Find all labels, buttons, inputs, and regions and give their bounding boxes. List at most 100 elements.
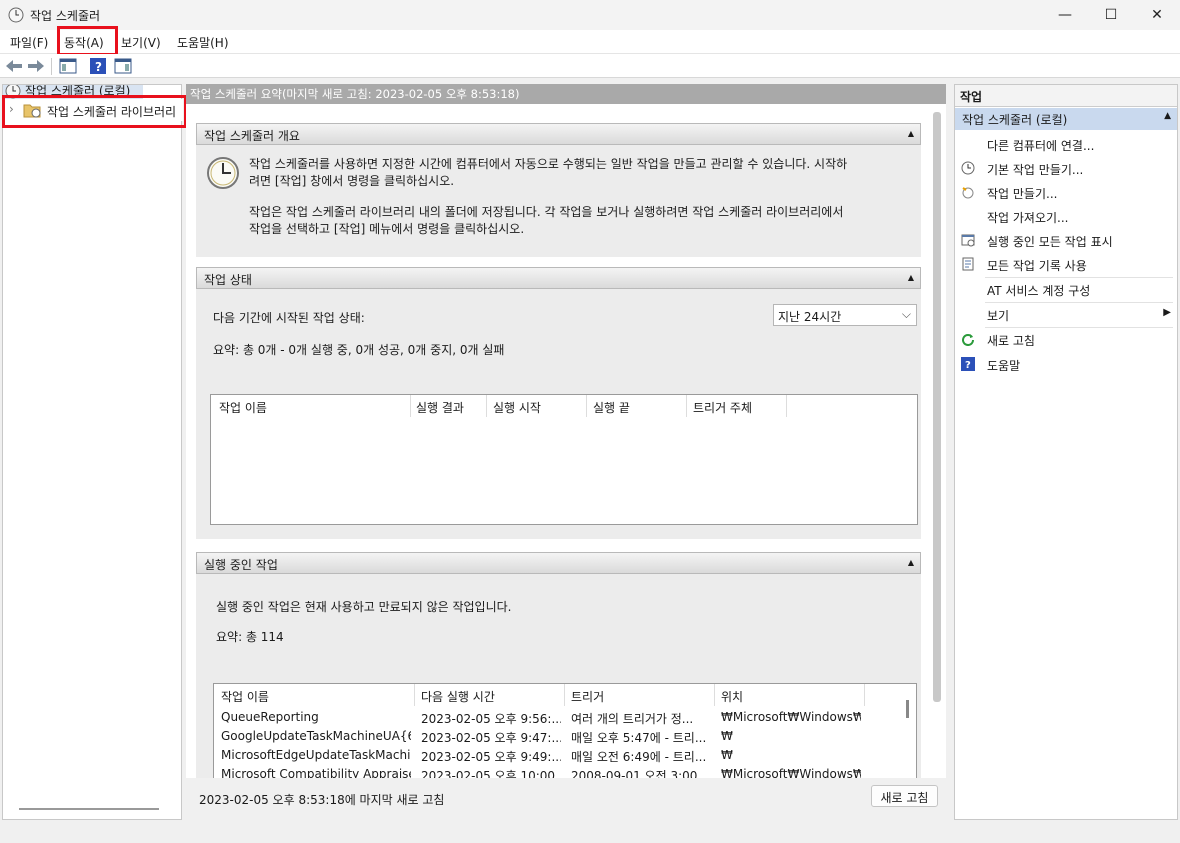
- period-dropdown[interactable]: 지난 24시간 ⌵: [773, 304, 917, 326]
- overview-paragraph-2a: 작업은 작업 스케줄러 라이브러리 내의 폴더에 저장됩니다. 각 작업을 보거…: [249, 205, 844, 219]
- title-bar: 작업 스케줄러 — ☐ ✕: [0, 0, 1180, 30]
- task-status-header[interactable]: 작업 상태 ▲: [196, 267, 921, 289]
- actions-group-header[interactable]: 작업 스케줄러 (로컬) ▲: [955, 108, 1177, 130]
- column-divider: [586, 395, 587, 417]
- action-label: 기본 작업 만들기...: [987, 163, 1084, 177]
- action-label: AT 서비스 계정 구성: [987, 284, 1091, 298]
- action-view[interactable]: 보기 ▶: [955, 305, 1177, 325]
- column-header[interactable]: 실행 결과: [416, 399, 464, 416]
- table-row[interactable]: Microsoft Compatibility Appraiser 2023-0…: [214, 767, 904, 778]
- action-label: 도움말: [987, 359, 1021, 373]
- cell-next-run: 2023-02-05 오후 10:00...: [421, 769, 561, 778]
- running-tasks-table: 작업 이름 다음 실행 시간 트리거 위치 QueueReporting 202…: [213, 683, 917, 778]
- action-label: 보기: [987, 309, 1010, 323]
- window-title: 작업 스케줄러: [30, 9, 101, 23]
- menu-view[interactable]: 보기(V): [121, 34, 161, 51]
- column-divider: [864, 684, 865, 706]
- overview-section: 작업 스케줄러 개요 ▲ 작업 스케줄러를 사용하면 지정한 시간에 컴퓨터에서…: [196, 123, 921, 257]
- collapse-arrow-icon[interactable]: ▲: [908, 273, 914, 282]
- cell-next-run: 2023-02-05 오후 9:56:...: [421, 712, 561, 726]
- menu-file[interactable]: 파일(F): [10, 34, 48, 51]
- horizontal-scrollbar[interactable]: [19, 808, 159, 810]
- close-button[interactable]: ✕: [1134, 0, 1180, 30]
- status-period-label: 다음 기간에 시작된 작업 상태:: [213, 311, 365, 325]
- action-import-task[interactable]: 작업 가져오기...: [955, 207, 1177, 227]
- running-tasks-header[interactable]: 실행 중인 작업 ▲: [196, 552, 921, 574]
- column-divider: [414, 684, 415, 706]
- action-enable-history[interactable]: 모든 작업 기록 사용: [955, 255, 1177, 275]
- column-header[interactable]: 위치: [721, 688, 743, 705]
- maximize-button[interactable]: ☐: [1088, 0, 1134, 30]
- period-dropdown-value: 지난 24시간: [778, 310, 842, 324]
- action-connect-computer[interactable]: 다른 컴퓨터에 연결...: [955, 135, 1177, 155]
- task-status-title: 작업 상태: [204, 273, 252, 287]
- cell-location: ₩Microsoft₩Windows₩...: [721, 767, 861, 778]
- collapse-arrow-icon[interactable]: ▲: [908, 558, 914, 567]
- collapse-arrow-icon[interactable]: ▲: [908, 129, 914, 138]
- help-icon[interactable]: ?: [89, 57, 107, 75]
- svg-text:?: ?: [95, 60, 102, 74]
- table-scrollbar[interactable]: [906, 700, 909, 718]
- status-summary: 요약: 총 0개 - 0개 실행 중, 0개 성공, 0개 중지, 0개 실패: [213, 343, 505, 357]
- clock-icon: [8, 7, 24, 26]
- collapse-arrow-icon[interactable]: ▲: [1164, 111, 1171, 121]
- column-header[interactable]: 작업 이름: [221, 688, 269, 705]
- action-at-service-account[interactable]: AT 서비스 계정 구성: [955, 280, 1177, 300]
- action-refresh[interactable]: 새로 고침: [955, 330, 1177, 350]
- help-icon: ?: [961, 357, 975, 371]
- running-tasks-icon: [961, 234, 975, 247]
- task-status-section: 작업 상태 ▲ 다음 기간에 시작된 작업 상태: 지난 24시간 ⌵ 요약: …: [196, 267, 921, 539]
- column-divider: [686, 395, 687, 417]
- column-header[interactable]: 트리거: [571, 688, 604, 705]
- overview-paragraph-1a: 작업 스케줄러를 사용하면 지정한 시간에 컴퓨터에서 자동으로 수행되는 일반…: [249, 157, 848, 171]
- svg-text:?: ?: [965, 360, 971, 371]
- table-row[interactable]: MicrosoftEdgeUpdateTaskMachin... 2023-02…: [214, 748, 904, 766]
- action-label: 모든 작업 기록 사용: [987, 259, 1087, 273]
- column-header[interactable]: 실행 시작: [493, 399, 541, 416]
- separator: [985, 277, 1173, 278]
- highlight-box-menu: [57, 26, 118, 56]
- cell-location: ₩: [721, 729, 733, 743]
- column-divider: [486, 395, 487, 417]
- center-footer: 2023-02-05 오후 8:53:18에 마지막 새로 고침 새로 고침: [186, 780, 946, 820]
- action-create-task[interactable]: 작업 만들기...: [955, 183, 1177, 203]
- table-row[interactable]: GoogleUpdateTaskMachineUA{6B... 2023-02-…: [214, 729, 904, 747]
- history-icon: [962, 257, 974, 271]
- show-hide-action-pane-icon[interactable]: [114, 57, 132, 75]
- actions-group-label: 작업 스케줄러 (로컬): [962, 113, 1068, 127]
- column-divider: [410, 395, 411, 417]
- cell-trigger: 매일 오전 6:49에 - 트리...: [571, 750, 707, 764]
- column-header[interactable]: 트리거 주체: [693, 399, 752, 416]
- forward-arrow-icon[interactable]: [27, 57, 45, 75]
- vertical-scrollbar[interactable]: [933, 112, 941, 702]
- back-arrow-icon[interactable]: [5, 57, 23, 75]
- highlight-box-library: [2, 95, 187, 128]
- last-refresh-text: 2023-02-05 오후 8:53:18에 마지막 새로 고침: [199, 793, 445, 807]
- column-header[interactable]: 작업 이름: [219, 399, 267, 416]
- overview-paragraph-1b: 려면 [작업] 창에서 명령을 클릭하십시오.: [249, 174, 455, 188]
- action-help[interactable]: ? 도움말: [955, 355, 1177, 375]
- cell-trigger: 2008-09-01 오전 3:00...: [571, 769, 709, 778]
- column-header[interactable]: 다음 실행 시간: [421, 688, 495, 705]
- column-header[interactable]: 실행 끝: [593, 399, 630, 416]
- toolbar-divider: [51, 58, 52, 75]
- action-create-basic-task[interactable]: 기본 작업 만들기...: [955, 159, 1177, 179]
- refresh-button[interactable]: 새로 고침: [871, 785, 938, 807]
- table-row[interactable]: QueueReporting 2023-02-05 오후 9:56:... 여러…: [214, 710, 904, 728]
- clock-icon: [207, 157, 239, 189]
- cell-trigger: 매일 오후 5:47에 - 트리...: [571, 731, 707, 745]
- menu-help[interactable]: 도움말(H): [177, 34, 229, 51]
- action-display-running[interactable]: 실행 중인 모든 작업 표시: [955, 231, 1177, 251]
- overview-section-header[interactable]: 작업 스케줄러 개요 ▲: [196, 123, 921, 145]
- refresh-icon: [962, 334, 974, 346]
- show-hide-console-tree-icon[interactable]: [59, 57, 77, 75]
- minimize-button[interactable]: —: [1042, 0, 1088, 30]
- console-tree-pane: 작업 스케줄러 (로컬) › 작업 스케줄러 라이브러리: [2, 84, 183, 820]
- cell-task-name: GoogleUpdateTaskMachineUA{6B...: [221, 729, 411, 743]
- submenu-arrow-icon: ▶: [1163, 307, 1171, 318]
- clock-icon: [961, 161, 975, 175]
- chevron-down-icon: ⌵: [901, 307, 911, 321]
- cell-location: ₩Microsoft₩Windows₩...: [721, 710, 861, 724]
- actions-pane: 작업 작업 스케줄러 (로컬) ▲ 다른 컴퓨터에 연결... 기본 작업 만들…: [954, 84, 1178, 820]
- separator: [985, 302, 1173, 303]
